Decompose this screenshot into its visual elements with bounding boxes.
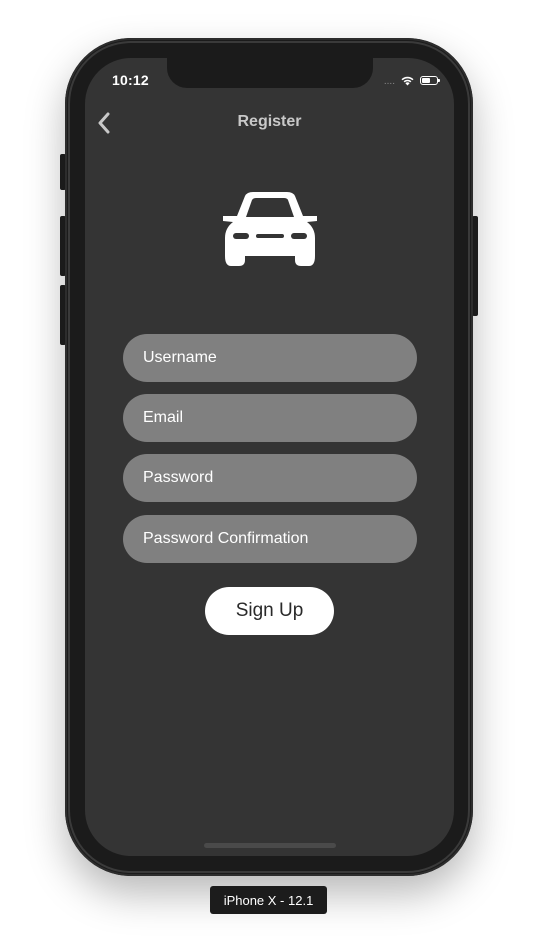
- home-indicator: [204, 843, 336, 848]
- email-placeholder: Email: [143, 409, 184, 426]
- password-confirmation-field[interactable]: Password Confirmation: [123, 515, 417, 563]
- battery-icon: [420, 75, 440, 85]
- password-confirmation-placeholder: Password Confirmation: [143, 530, 309, 547]
- password-placeholder: Password: [143, 469, 214, 486]
- status-time: 10:12: [112, 72, 149, 88]
- sign-up-button[interactable]: Sign Up: [205, 587, 334, 635]
- notch: [167, 58, 373, 88]
- car-icon: [223, 192, 317, 266]
- wifi-icon: [401, 76, 414, 85]
- password-field[interactable]: Password: [123, 454, 417, 502]
- email-field[interactable]: Email: [123, 394, 417, 442]
- username-placeholder: Username: [143, 349, 217, 366]
- app-screen: 10:12 .... Register Username Email Passw…: [85, 58, 454, 856]
- username-field[interactable]: Username: [123, 334, 417, 382]
- page-title: Register: [237, 113, 302, 130]
- status-icons: ....: [383, 73, 440, 87]
- cellular-signal-icon: ....: [383, 76, 395, 87]
- simulator-device-label: iPhone X - 12.1: [210, 886, 327, 914]
- simulator-stage: 10:12 .... Register Username Email Passw…: [0, 0, 538, 950]
